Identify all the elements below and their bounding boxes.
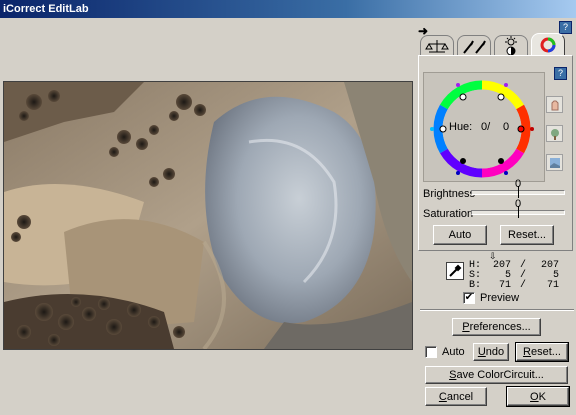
skin-tone-icon[interactable] — [546, 96, 563, 113]
window-title: iCorrect EditLab — [3, 3, 89, 15]
b-value-2: 71 — [547, 280, 560, 291]
tab-eyedroppers[interactable] — [457, 35, 491, 57]
tab-brightness-contrast[interactable] — [494, 35, 528, 57]
b-sep: / — [520, 280, 527, 291]
tab-color-wheel[interactable] — [531, 33, 565, 57]
preview-label: Preview — [480, 292, 520, 304]
undo-button[interactable]: Undo — [473, 343, 509, 361]
preview-checkbox[interactable]: ✔ — [463, 292, 475, 304]
sky-icon[interactable] — [546, 154, 563, 171]
hue-value: 0/ — [481, 121, 491, 133]
ok-button[interactable]: OK — [506, 386, 570, 407]
tree-icon — [550, 128, 559, 140]
brightness-label: Brightness — [423, 188, 475, 200]
eyedropper-icon[interactable] — [446, 262, 464, 280]
panel-help-icon[interactable]: ? — [554, 67, 567, 80]
preferences-button[interactable]: Preferences... — [452, 318, 541, 336]
sun-contrast-icon — [505, 36, 517, 56]
panel-reset-button[interactable]: Reset... — [500, 225, 554, 245]
color-wheel-icon — [540, 37, 556, 53]
scale-icon — [425, 40, 449, 53]
hue-right-value: 0 — [503, 121, 510, 133]
auto-checkbox[interactable] — [425, 346, 437, 358]
sky-landscape-icon — [549, 157, 560, 168]
hand-icon — [551, 100, 558, 110]
readout-b: B: 71 / 71 — [469, 280, 559, 291]
cancel-button[interactable]: Cancel — [425, 387, 487, 406]
b-value: 71 — [499, 280, 512, 291]
photo-preview[interactable] — [3, 81, 413, 350]
foliage-icon[interactable] — [546, 125, 563, 142]
b-label: B: — [469, 280, 482, 291]
separator — [420, 309, 574, 311]
saturation-slider-thumb[interactable] — [518, 206, 519, 218]
panel-auto-button[interactable]: Auto — [433, 225, 487, 245]
brightness-slider-thumb[interactable] — [518, 186, 519, 198]
reset-button[interactable]: Reset... — [515, 342, 569, 362]
rock-photo — [4, 82, 412, 349]
title-bar: iCorrect EditLab — [0, 0, 576, 18]
eyedropper-pair-icon — [463, 40, 486, 54]
saturation-label: Saturation — [423, 208, 474, 220]
help-icon[interactable]: ? — [559, 21, 572, 34]
hue-label: Hue: — [449, 121, 473, 133]
eyedropper-glyph — [449, 264, 462, 277]
auto-checkbox-label: Auto — [442, 346, 465, 358]
tab-balance[interactable] — [420, 35, 454, 57]
save-colorcircuit-button[interactable]: Save ColorCircuit... — [425, 366, 568, 384]
